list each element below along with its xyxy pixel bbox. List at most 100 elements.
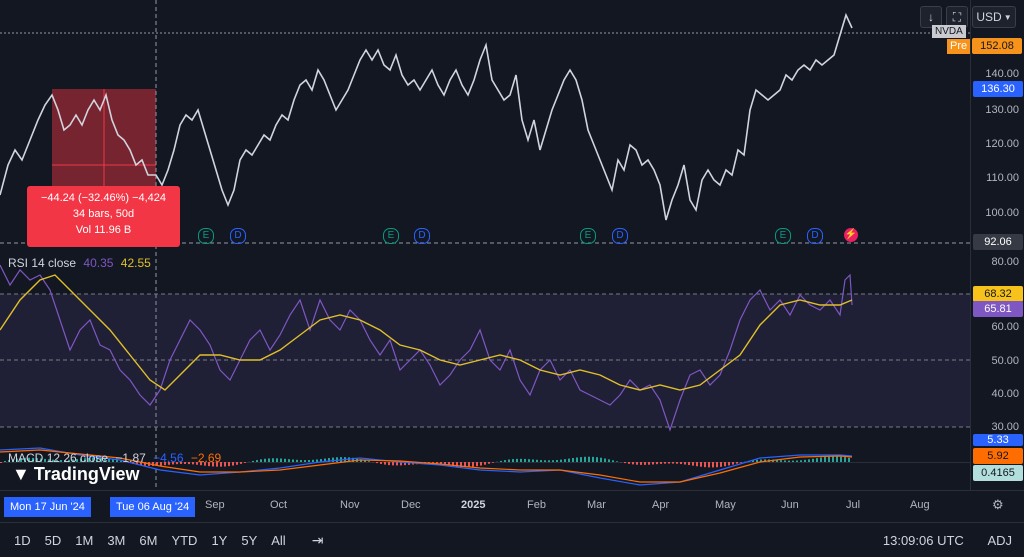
macd-histogram-bar (568, 459, 570, 462)
range-ytd[interactable]: YTD (171, 533, 197, 548)
adj-toggle[interactable]: ADJ (987, 533, 1012, 548)
macd-histogram-bar (808, 459, 810, 462)
macd-histogram-bar (812, 459, 814, 462)
dividend-marker-3[interactable]: D (612, 228, 628, 244)
earnings-marker-3[interactable]: E (580, 228, 596, 244)
range-3m[interactable]: 3M (107, 533, 125, 548)
price-tick: 110.00 (986, 172, 1019, 184)
macd-histogram-bar (388, 462, 390, 465)
macd-histogram-bar (268, 458, 270, 462)
macd-histogram-bar (276, 458, 278, 462)
macd-histogram-bar (492, 462, 494, 463)
macd-histogram-bar (528, 459, 530, 462)
macd-histogram-bar (680, 462, 682, 464)
pre-price-badge: 152.08 (972, 38, 1022, 54)
macd-histogram-bar (696, 462, 698, 466)
macd-legend[interactable]: MACD 12 26 close −1.87 −4.56 −2.69 (8, 451, 221, 465)
macd-histogram-bar (592, 457, 594, 462)
macd-histogram-bar (820, 458, 822, 462)
dividend-marker-2[interactable]: D (414, 228, 430, 244)
macd-histogram-bar (280, 458, 282, 462)
range-5y[interactable]: 5Y (241, 533, 257, 548)
macd-signal-value: −2.69 (191, 451, 221, 465)
price-tick: 100.00 (985, 207, 1019, 219)
macd-histogram-bar (508, 460, 510, 462)
time-axis[interactable]: Mon 17 Jun '24 Tue 06 Aug '24 Sep Oct No… (0, 490, 1024, 519)
time-tick-year: 2025 (461, 499, 485, 511)
macd-histogram-bar (712, 462, 714, 467)
logo-text: TradingView (34, 464, 140, 485)
time-tick: Apr (652, 499, 669, 511)
range-1y[interactable]: 1Y (211, 533, 227, 548)
macd-histogram-bar (616, 461, 618, 462)
macd-histogram-bar (756, 460, 758, 462)
macd-line-value: −4.56 (153, 451, 183, 465)
macd-histogram-bar (520, 459, 522, 462)
range-5d[interactable]: 5D (45, 533, 62, 548)
macd-histogram-bar (264, 459, 266, 462)
macd-histogram-bar (732, 462, 734, 465)
macd-histogram-bar (612, 460, 614, 462)
dividend-marker-4[interactable]: D (807, 228, 823, 244)
macd-histogram-bar (516, 459, 518, 462)
earnings-marker-1[interactable]: E (198, 228, 214, 244)
crosshair-price-badge: 136.30 (973, 81, 1023, 97)
tradingview-logo[interactable]: ▼ TradingView (12, 464, 140, 485)
macd-histogram-bar (536, 460, 538, 462)
macd-histogram-bar (532, 459, 534, 462)
time-tick: Oct (270, 499, 287, 511)
rsi-tick: 40.00 (991, 388, 1019, 400)
macd-histogram-bar (684, 462, 686, 465)
settings-gear-icon[interactable]: ⚙ (992, 497, 1004, 513)
macd-title: MACD (8, 451, 43, 465)
rsi-legend[interactable]: RSI 14 close 40.35 42.55 (8, 256, 151, 270)
histogram-badge: 0.4165 (973, 465, 1023, 481)
macd-histogram-bar (676, 462, 678, 464)
macd-histogram-bar (228, 462, 230, 466)
range-all[interactable]: All (271, 533, 285, 548)
time-tick: Dec (401, 499, 421, 511)
macd-badge: 5.33 (973, 434, 1023, 446)
macd-histogram-bar (632, 462, 634, 464)
macd-histogram-bar (572, 458, 574, 462)
macd-histogram-bar (308, 460, 310, 462)
price-tick: 120.00 (985, 138, 1019, 150)
currency-button[interactable]: USD ▼ (972, 6, 1016, 28)
macd-histogram-bar (600, 458, 602, 462)
macd-histogram-bar (788, 461, 790, 462)
range-1m[interactable]: 1M (75, 533, 93, 548)
macd-histogram-bar (300, 460, 302, 462)
range-1d[interactable]: 1D (14, 533, 31, 548)
split-marker-icon[interactable]: ⚡ (844, 228, 858, 242)
macd-histogram-bar (784, 460, 786, 462)
time-tick: Aug (910, 499, 930, 511)
clock[interactable]: 13:09:06 UTC (883, 533, 964, 548)
earnings-marker-2[interactable]: E (383, 228, 399, 244)
measure-change: −44.24 (−32.46%) −4,424 (27, 190, 180, 206)
macd-histogram-bar (580, 457, 582, 462)
goto-date-icon[interactable]: ⇥ (312, 532, 324, 549)
price-scale[interactable]: 140.00 130.00 120.00 110.00 100.00 136.3… (970, 0, 1024, 490)
macd-histogram-bar (540, 460, 542, 462)
range-6m[interactable]: 6M (139, 533, 157, 548)
macd-histogram-bar (548, 460, 550, 462)
macd-histogram-bar (484, 462, 486, 465)
time-tick: Jun (781, 499, 799, 511)
macd-histogram-bar (312, 460, 314, 462)
earnings-marker-4[interactable]: E (775, 228, 791, 244)
end-date-badge: Tue 06 Aug '24 (110, 497, 195, 517)
premarket-badge: Pre (947, 39, 970, 54)
macd-histogram-bar (792, 461, 794, 462)
macd-histogram-bar (232, 462, 234, 466)
macd-histogram-bar (624, 462, 626, 463)
dividend-marker-1[interactable]: D (230, 228, 246, 244)
macd-histogram-bar (688, 462, 690, 465)
measure-tooltip: −44.24 (−32.46%) −4,424 34 bars, 50d Vol… (27, 186, 180, 247)
rsi-params: 14 close (31, 256, 76, 270)
macd-histogram-bar (0, 462, 2, 463)
start-date-badge: Mon 17 Jun '24 (4, 497, 91, 517)
macd-histogram-bar (252, 461, 254, 462)
macd-params: 12 26 close (47, 451, 108, 465)
macd-histogram-bar (700, 462, 702, 467)
rsi-ma-value: 42.55 (121, 256, 151, 270)
